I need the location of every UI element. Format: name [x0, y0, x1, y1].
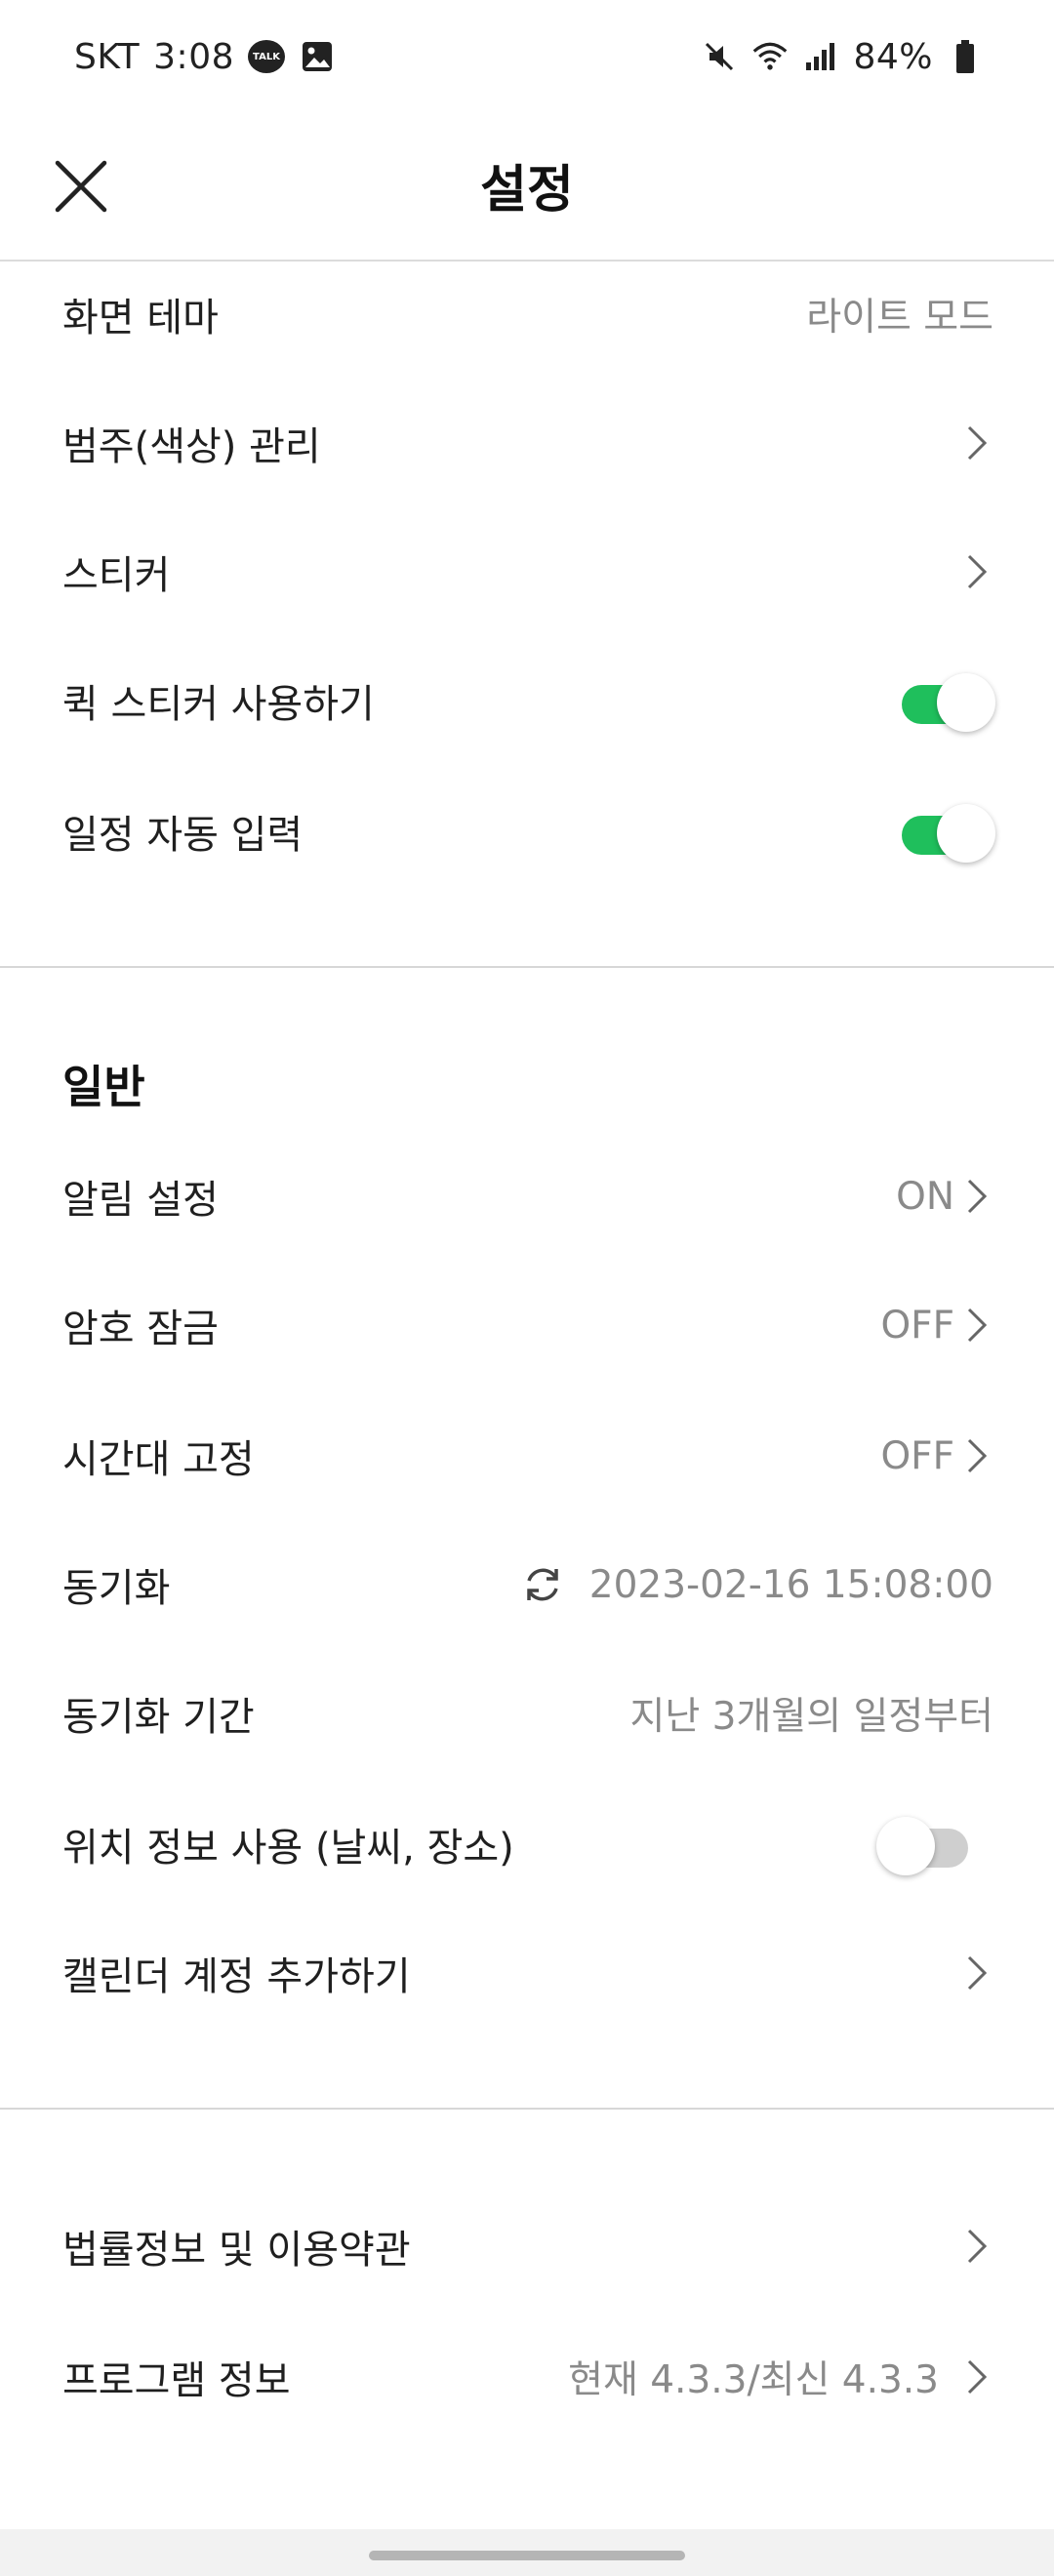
kakaotalk-notification-icon: TALK	[248, 40, 285, 73]
chevron-right-icon	[960, 1303, 993, 1348]
wifi-icon	[751, 38, 789, 75]
program-version: 현재 4.3.3/최신 4.3.3	[568, 2358, 939, 2402]
sync-row[interactable]: 동기화 2023-02-16 15:08:00	[0, 1520, 1054, 1649]
sync-right: 2023-02-16 15:08:00	[519, 1561, 993, 1608]
chevron-right-icon	[960, 1433, 993, 1478]
battery-percent: 84%	[853, 36, 933, 77]
chevron-right-icon	[960, 2224, 993, 2269]
quick-sticker-toggle[interactable]	[898, 673, 995, 732]
program-info-label: 프로그램 정보	[62, 2358, 291, 2403]
location-toggle[interactable]	[876, 1817, 976, 1875]
toggle-knob	[937, 673, 995, 732]
section-divider	[0, 2108, 1054, 2110]
legal-label: 법률정보 및 이용약관	[62, 2228, 411, 2273]
status-bar: SKT 3:08 TALK 84%	[0, 0, 1054, 113]
theme-right: 라이트 모드	[806, 287, 993, 342]
chevron-right-icon	[960, 549, 993, 594]
category-colors-row[interactable]: 범주(색상) 관리	[0, 379, 1054, 507]
program-info-right: 현재 4.3.3/최신 4.3.3	[568, 2350, 993, 2404]
fixed-timezone-right: OFF	[880, 1433, 993, 1478]
page-title: 설정	[480, 161, 574, 220]
notifications-label: 알림 설정	[62, 1178, 219, 1223]
status-right: 84%	[701, 37, 984, 77]
mute-icon	[701, 38, 738, 75]
stickers-label: 스티커	[62, 553, 171, 598]
sync-period-value: 지난 3개월의 일정부터	[629, 1695, 993, 1739]
sync-period-right: 지난 3개월의 일정부터	[629, 1686, 993, 1741]
auto-schedule-toggle[interactable]	[898, 804, 995, 863]
passcode-lock-value: OFF	[880, 1303, 954, 1348]
notifications-right: ON	[896, 1174, 993, 1219]
fixed-timezone-row[interactable]: 시간대 고정 OFF	[0, 1391, 1054, 1520]
passcode-lock-row[interactable]: 암호 잠금 OFF	[0, 1261, 1054, 1389]
theme-value: 라이트 모드	[806, 296, 993, 340]
add-calendar-account-label: 캘린더 계정 추가하기	[62, 1954, 411, 1999]
legal-row[interactable]: 법률정보 및 이용약관	[0, 2182, 1054, 2311]
auto-schedule-row: 일정 자동 입력	[0, 767, 1054, 896]
notifications-row[interactable]: 알림 설정 ON	[0, 1132, 1054, 1261]
sync-period-row[interactable]: 동기화 기간 지난 3개월의 일정부터	[0, 1649, 1054, 1778]
theme-label: 화면 테마	[62, 296, 219, 341]
toggle-knob	[937, 804, 995, 863]
chevron-right-icon	[960, 1174, 993, 1219]
settings-screen: SKT 3:08 TALK 84% 설정 화면 테마 라이트 모드 범주(색상)…	[0, 0, 1054, 2576]
location-row: 위치 정보 사용 (날씨, 장소)	[0, 1780, 1054, 1909]
quick-sticker-row: 퀵 스티커 사용하기	[0, 636, 1054, 765]
sync-icon[interactable]	[519, 1561, 566, 1608]
passcode-lock-label: 암호 잠금	[62, 1307, 219, 1351]
signal-icon	[802, 38, 839, 75]
sync-period-label: 동기화 기간	[62, 1695, 255, 1740]
battery-icon	[947, 38, 984, 75]
home-gesture-handle[interactable]	[369, 2551, 685, 2560]
notifications-value: ON	[896, 1174, 954, 1219]
fixed-timezone-label: 시간대 고정	[62, 1437, 255, 1482]
chevron-right-icon	[960, 2355, 993, 2399]
chevron-right-icon	[960, 421, 993, 465]
sync-timestamp: 2023-02-16 15:08:00	[588, 1562, 993, 1607]
stickers-row[interactable]: 스티커	[0, 507, 1054, 636]
toggle-knob	[876, 1817, 935, 1875]
section-divider	[0, 966, 1054, 968]
program-info-row[interactable]: 프로그램 정보 현재 4.3.3/최신 4.3.3	[0, 2313, 1054, 2441]
navigation-bar	[0, 2529, 1054, 2576]
clock: 3:08	[153, 36, 234, 77]
sync-label: 동기화	[62, 1566, 171, 1611]
app-bar: 설정	[0, 113, 1054, 262]
general-section-title: 일반	[62, 1061, 145, 1113]
carrier-label: SKT	[74, 36, 141, 77]
location-label: 위치 정보 사용 (날씨, 장소)	[62, 1826, 514, 1871]
chevron-right-icon	[960, 1951, 993, 1995]
quick-sticker-label: 퀵 스티커 사용하기	[62, 682, 375, 727]
gallery-notification-icon	[299, 38, 336, 75]
status-left: SKT 3:08 TALK	[74, 37, 336, 77]
add-calendar-account-row[interactable]: 캘린더 계정 추가하기	[0, 1909, 1054, 2037]
theme-row[interactable]: 화면 테마 라이트 모드	[0, 250, 1054, 379]
passcode-lock-right: OFF	[880, 1303, 993, 1348]
category-colors-label: 범주(색상) 관리	[62, 424, 321, 469]
auto-schedule-label: 일정 자동 입력	[62, 813, 304, 858]
fixed-timezone-value: OFF	[880, 1433, 954, 1478]
